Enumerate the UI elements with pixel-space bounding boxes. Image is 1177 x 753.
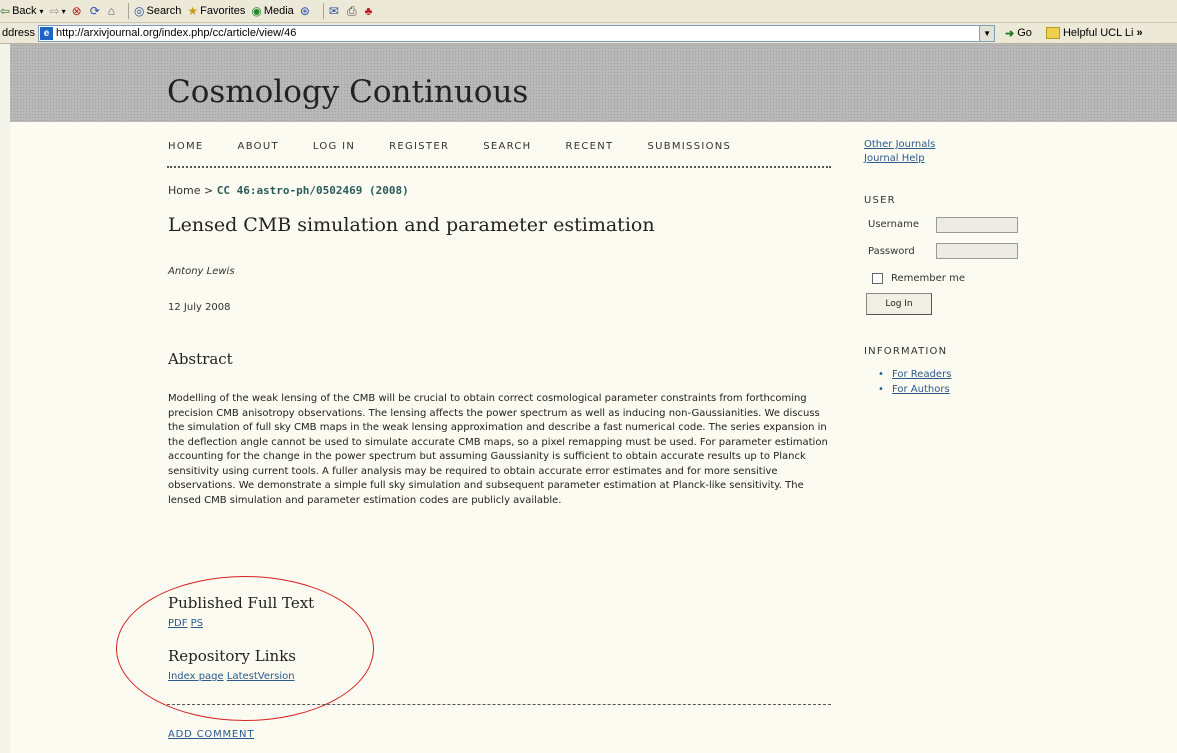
article-author: Antony Lewis	[168, 266, 235, 277]
list-item: For Authors	[878, 382, 951, 397]
nav-recent[interactable]: RECENT	[565, 141, 613, 152]
forward-button[interactable]: ⇨ ▾	[50, 4, 66, 18]
toolbar-separator	[128, 3, 129, 19]
folder-icon	[1045, 27, 1060, 39]
breadcrumb: Home > CC 46:astro-ph/0502469 (2008)	[168, 184, 409, 197]
site-header: Cosmology Continuous	[10, 44, 1177, 122]
home-button[interactable]: ⌂	[108, 4, 117, 18]
journal-help-link[interactable]: Journal Help	[864, 152, 935, 166]
for-authors-link[interactable]: For Authors	[892, 384, 950, 395]
toolbar-separator	[322, 3, 324, 19]
search-button[interactable]: ◎ Search	[134, 4, 181, 18]
mail-icon: ✉	[328, 4, 339, 18]
print-button[interactable]: ⎙	[347, 4, 359, 19]
go-button[interactable]: ➜ Go	[1005, 27, 1032, 40]
username-label: Username	[868, 219, 919, 230]
nav-divider	[167, 166, 831, 168]
url-input[interactable]: e http://arxivjournal.org/index.php/cc/a…	[38, 24, 996, 42]
refresh-button[interactable]: ⟳	[90, 4, 102, 18]
article-date: 12 July 2008	[168, 302, 231, 313]
search-label: Search	[146, 5, 182, 17]
user-heading: USER	[864, 195, 896, 206]
login-button[interactable]: Log In	[866, 293, 932, 315]
nav-login[interactable]: LOG IN	[313, 141, 355, 152]
media-button[interactable]: ◉ Media	[251, 4, 293, 18]
url-text: http://arxivjournal.org/index.php/cc/art…	[56, 27, 297, 39]
home-icon: ⌂	[107, 4, 115, 18]
media-label: Media	[263, 5, 294, 17]
dropdown-icon: ▾	[39, 6, 44, 16]
refresh-icon: ⟳	[89, 4, 100, 18]
links-label: Helpful UCL Li	[1062, 27, 1134, 39]
stop-icon: ⊗	[71, 4, 82, 18]
nav-search[interactable]: SEARCH	[483, 141, 531, 152]
stop-button[interactable]: ⊗	[72, 4, 84, 18]
go-arrow-icon: ➜	[1005, 27, 1015, 40]
information-heading: INFORMATION	[864, 346, 948, 357]
media-icon: ◉	[251, 4, 262, 18]
address-dropdown-icon[interactable]: ▼	[979, 25, 995, 41]
nav-submissions[interactable]: SUBMISSIONS	[647, 141, 731, 152]
messenger-icon: ♣	[364, 4, 373, 18]
history-icon: ⊛	[299, 4, 310, 18]
address-bar: ddress e http://arxivjournal.org/index.p…	[0, 23, 1177, 44]
sidebar-links: Other Journals Journal Help	[864, 138, 935, 166]
password-label: Password	[868, 246, 915, 257]
abstract-text: Modelling of the weak lensing of the CMB…	[168, 393, 828, 506]
breadcrumb-home[interactable]: Home	[168, 184, 200, 197]
breadcrumb-current[interactable]: CC 46:astro-ph/0502469 (2008)	[217, 184, 409, 197]
annotation-circle	[116, 576, 374, 721]
print-icon: ⎙	[346, 3, 357, 18]
main-nav: HOME ABOUT LOG IN REGISTER SEARCH RECENT…	[168, 141, 831, 152]
dropdown-icon: ▾	[61, 6, 66, 16]
list-item: For Readers	[878, 367, 951, 382]
site-title: Cosmology Continuous	[167, 74, 529, 110]
nav-register[interactable]: REGISTER	[389, 141, 449, 152]
back-label: Back	[12, 5, 37, 17]
nav-home[interactable]: HOME	[168, 141, 204, 152]
left-margin	[0, 44, 10, 753]
ie-page-icon: e	[40, 26, 54, 40]
other-journals-link[interactable]: Other Journals	[864, 138, 935, 152]
footer-divider	[167, 704, 831, 705]
links-more-icon[interactable]: »	[1136, 27, 1142, 39]
remember-me-label: Remember me	[891, 273, 965, 284]
information-list: For Readers For Authors	[878, 367, 951, 397]
address-label: ddress	[2, 27, 36, 39]
username-field[interactable]	[936, 217, 1018, 233]
favorites-label: Favorites	[200, 5, 246, 17]
links-bar-item[interactable]: Helpful UCL Li »	[1045, 27, 1143, 39]
back-button[interactable]: ⇦ Back ▾	[0, 4, 44, 18]
search-icon: ◎	[134, 4, 145, 18]
add-comment-link[interactable]: ADD COMMENT	[168, 729, 254, 740]
abstract-heading: Abstract	[168, 350, 233, 368]
go-label: Go	[1017, 27, 1032, 39]
forward-arrow-icon: ⇨	[49, 4, 60, 18]
history-button[interactable]: ⊛	[300, 4, 312, 18]
messenger-button[interactable]: ♣	[365, 4, 375, 18]
breadcrumb-separator: >	[203, 184, 214, 197]
browser-toolbar: ⇦ Back ▾ ⇨ ▾ ⊗ ⟳ ⌂ ◎ Search ★ Favorites …	[0, 0, 1177, 23]
remember-me-checkbox[interactable]	[872, 273, 883, 284]
favorites-icon: ★	[187, 4, 199, 18]
nav-about[interactable]: ABOUT	[238, 141, 279, 152]
back-arrow-icon: ⇦	[0, 4, 11, 18]
mail-button[interactable]: ✉	[329, 4, 341, 18]
for-readers-link[interactable]: For Readers	[892, 369, 951, 380]
article-title: Lensed CMB simulation and parameter esti…	[168, 214, 655, 236]
favorites-button[interactable]: ★ Favorites	[187, 4, 245, 18]
password-field[interactable]	[936, 243, 1018, 259]
